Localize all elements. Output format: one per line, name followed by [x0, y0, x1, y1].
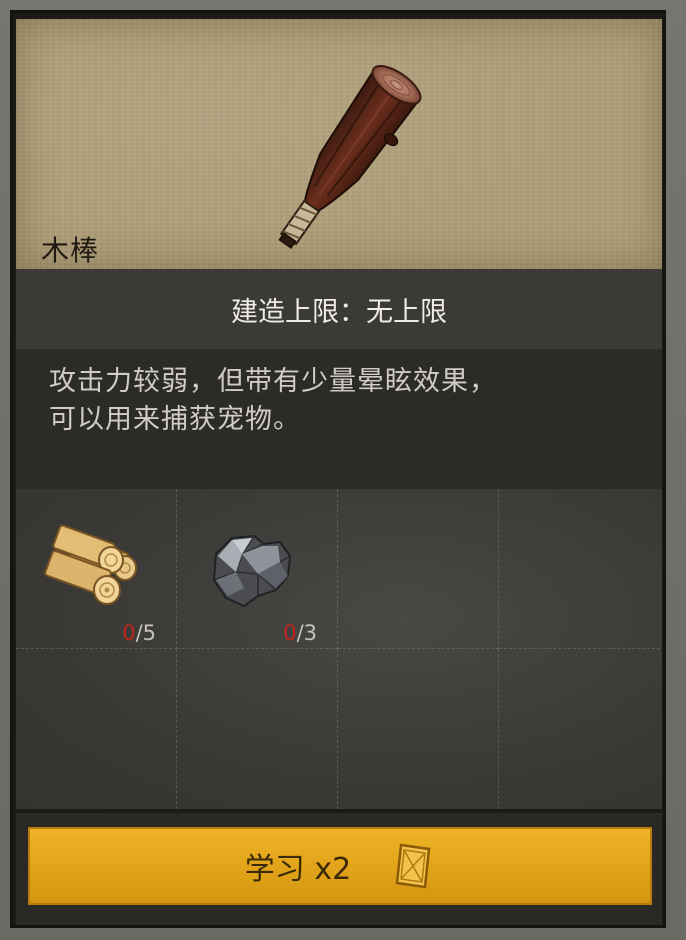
material-slot-4 [499, 489, 660, 649]
material-need-count: /5 [135, 621, 156, 645]
build-limit: 建造上限：无上限 [16, 269, 662, 349]
window-background: 木棒 建造上限：无上限 攻击力较弱，但带有少量晕眩效果， 可以用来捕获宠物。 0… [0, 0, 686, 940]
material-need-count: /3 [296, 621, 317, 645]
material-slot-8 [499, 649, 660, 809]
material-slot-2[interactable]: 0/3 [177, 489, 338, 649]
material-count: 0/3 [283, 621, 317, 645]
build-limit-text: 建造上限：无上限 [231, 296, 447, 328]
materials-grid: 0/5 0/3 [16, 489, 662, 809]
learn-button-label: 学习 x2 [244, 852, 352, 887]
description-line-1: 攻击力较弱，但带有少量晕眩效果， [49, 366, 497, 397]
material-count: 0/5 [122, 621, 156, 645]
wood-log-icon [44, 524, 137, 605]
material-slot-6 [177, 649, 338, 809]
learn-button-area: 学习 x2 [16, 813, 662, 925]
stone-ore-icon [212, 534, 292, 608]
item-detail-panel: 木棒 建造上限：无上限 攻击力较弱，但带有少量晕眩效果， 可以用来捕获宠物。 0… [10, 10, 666, 928]
description-line-2: 可以用来捕获宠物。 [49, 404, 301, 435]
material-slot-7 [338, 649, 499, 809]
material-have-count: 0 [122, 621, 136, 645]
material-slot-3 [338, 489, 499, 649]
material-have-count: 0 [283, 621, 297, 645]
material-slot-5 [16, 649, 177, 809]
item-name: 木棒 [41, 234, 100, 267]
item-preview: 木棒 [16, 19, 662, 269]
learn-button[interactable]: 学习 x2 [28, 827, 652, 905]
blueprint-token-icon [395, 843, 431, 889]
item-description: 攻击力较弱，但带有少量晕眩效果， 可以用来捕获宠物。 [16, 349, 662, 489]
wooden-club-icon [278, 65, 422, 249]
material-slot-1[interactable]: 0/5 [16, 489, 177, 649]
